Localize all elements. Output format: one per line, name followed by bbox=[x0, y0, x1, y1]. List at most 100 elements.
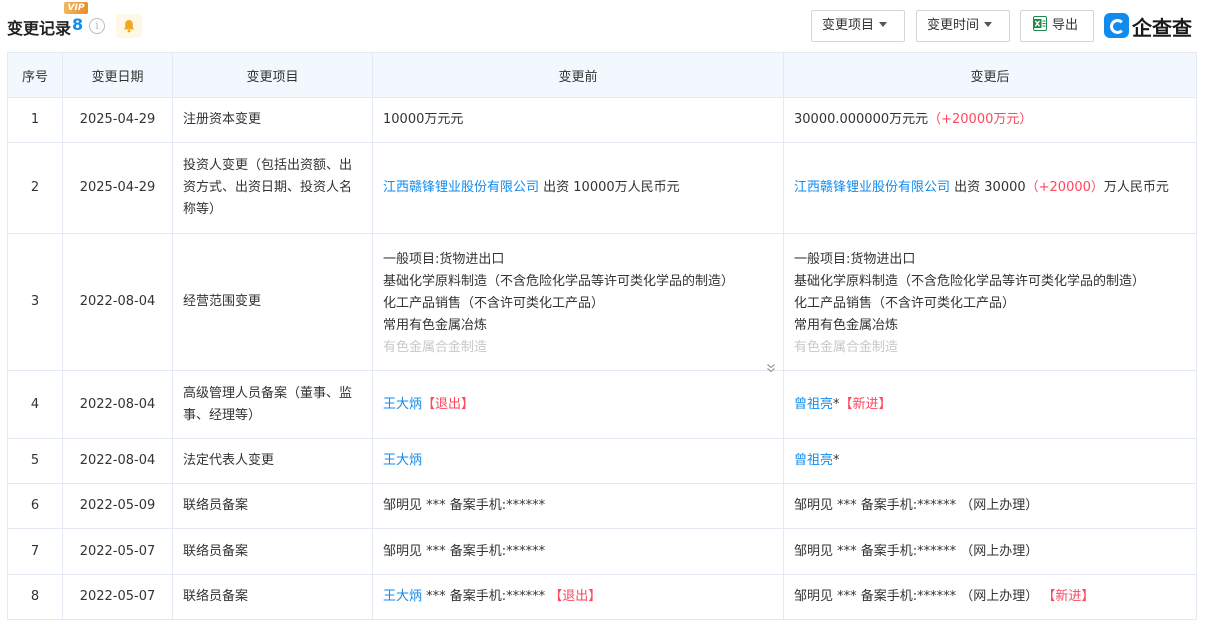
row-item: 投资人变更（包括出资额、出资方式、出资日期、投资人名称等） bbox=[172, 142, 373, 234]
row-after: 邹明见 *** 备案手机:****** （网上办理） bbox=[783, 483, 1197, 529]
caret-down-icon bbox=[984, 22, 993, 27]
scope-line: 基础化学原料制造（不含危险化学品等许可类化学品的制造） bbox=[383, 274, 735, 289]
before-person-link[interactable]: 王大炳 bbox=[383, 397, 422, 412]
column-header-date: 变更日期 bbox=[62, 52, 173, 98]
bell-icon bbox=[123, 20, 135, 33]
after-text: 邹明见 *** 备案手机:****** （网上办理） bbox=[794, 589, 1039, 604]
scope-line: 常用有色金属冶炼 bbox=[383, 318, 488, 333]
row-after: 曾祖亮*【新进】 bbox=[783, 370, 1197, 439]
before-scope-list: 一般项目:货物进出口 基础化学原料制造（不含危险化学品等许可类化学品的制造） 化… bbox=[383, 245, 775, 373]
after-company-link[interactable]: 江西赣锋锂业股份有限公司 bbox=[794, 180, 950, 195]
row-after: 江西赣锋锂业股份有限公司 出资 30000（+20000）万人民币元 bbox=[783, 142, 1197, 234]
row-before: 王大炳 bbox=[372, 438, 784, 484]
row-no: 7 bbox=[7, 528, 63, 575]
row-no: 5 bbox=[7, 438, 63, 484]
row-item: 高级管理人员备案（董事、监事、经理等） bbox=[172, 370, 373, 439]
after-scope-list: 一般项目:货物进出口 基础化学原料制造（不含危险化学品等许可类化学品的制造） 化… bbox=[794, 245, 1186, 359]
scope-line: 化工产品销售（不含许可类化工产品） bbox=[794, 296, 1016, 311]
row-item: 法定代表人变更 bbox=[172, 438, 373, 484]
row-item: 联络员备案 bbox=[172, 528, 373, 575]
row-date: 2025-04-29 bbox=[62, 142, 173, 234]
change-time-filter-label: 变更时间 bbox=[927, 18, 980, 33]
after-text: 30000.000000万元元 bbox=[794, 112, 929, 127]
row-after: 一般项目:货物进出口 基础化学原料制造（不含危险化学品等许可类化学品的制造） 化… bbox=[783, 233, 1197, 371]
after-text-suffix: 万人民币元 bbox=[1103, 180, 1169, 195]
scope-line: 基础化学原料制造（不含危险化学品等许可类化学品的制造） bbox=[794, 274, 1146, 289]
row-date: 2022-08-04 bbox=[62, 370, 173, 439]
export-button[interactable]: 导出 bbox=[1020, 10, 1094, 42]
row-before: 一般项目:货物进出口 基础化学原料制造（不含危险化学品等许可类化学品的制造） 化… bbox=[372, 233, 784, 373]
scope-line-faded: 有色金属合金制造 bbox=[383, 340, 488, 355]
qcc-logo-text: 企查查 bbox=[1132, 16, 1192, 40]
export-label: 导出 bbox=[1052, 18, 1079, 33]
change-time-filter-button[interactable]: 变更时间 bbox=[916, 10, 1010, 42]
masked-star: * bbox=[833, 453, 840, 468]
table-row: 1 2025-04-29 注册资本变更 10000万元元 30000.00000… bbox=[7, 97, 1197, 143]
excel-icon bbox=[1033, 16, 1047, 31]
scope-line: 一般项目:货物进出口 bbox=[794, 252, 916, 267]
table-header-row: 序号 变更日期 变更项目 变更前 变更后 bbox=[7, 52, 1197, 98]
section-title: 变更记录 bbox=[7, 19, 72, 38]
change-item-filter-button[interactable]: 变更项目 bbox=[811, 10, 905, 42]
row-date: 2022-05-09 bbox=[62, 483, 173, 529]
column-header-before: 变更前 bbox=[372, 52, 784, 98]
row-before: 江西赣锋锂业股份有限公司 出资 10000万人民币元 bbox=[372, 142, 784, 234]
after-delta: （+20000万元） bbox=[928, 112, 1033, 127]
row-no: 1 bbox=[7, 97, 63, 143]
after-delta: （+20000） bbox=[1025, 180, 1104, 195]
after-text: 出资 30000 bbox=[950, 180, 1026, 195]
new-tag: 【新进】 bbox=[839, 396, 892, 412]
expand-down-icon[interactable] bbox=[766, 363, 776, 373]
row-before: 王大炳 *** 备案手机:****** 【退出】 bbox=[372, 574, 784, 620]
record-count: 8 bbox=[72, 15, 84, 34]
scope-line: 一般项目:货物进出口 bbox=[383, 252, 505, 267]
row-date: 2022-08-04 bbox=[62, 438, 173, 484]
before-person-link[interactable]: 王大炳 bbox=[383, 453, 422, 468]
row-item: 经营范围变更 bbox=[172, 233, 373, 371]
row-before: 10000万元元 bbox=[372, 97, 784, 143]
table-row: 3 2022-08-04 经营范围变更 一般项目:货物进出口 基础化学原料制造（… bbox=[7, 233, 1197, 373]
before-person-link[interactable]: 王大炳 bbox=[383, 589, 422, 604]
row-date: 2025-04-29 bbox=[62, 97, 173, 143]
scope-line: 常用有色金属冶炼 bbox=[794, 318, 899, 333]
after-person-link[interactable]: 曾祖亮 bbox=[794, 453, 833, 468]
caret-down-icon bbox=[879, 22, 888, 27]
qcc-logo-icon bbox=[1104, 13, 1129, 38]
after-person-link[interactable]: 曾祖亮 bbox=[794, 397, 833, 412]
vip-badge: VIP bbox=[64, 2, 88, 14]
row-before: 王大炳【退出】 bbox=[372, 370, 784, 439]
before-text: 出资 10000万人民币元 bbox=[539, 180, 680, 195]
change-item-filter-label: 变更项目 bbox=[822, 18, 875, 33]
row-no: 3 bbox=[7, 233, 63, 371]
table-row: 8 2022-05-07 联络员备案 王大炳 *** 备案手机:****** 【… bbox=[7, 574, 1197, 620]
table-row: 7 2022-05-07 联络员备案 邹明见 *** 备案手机:****** 邹… bbox=[7, 528, 1197, 575]
column-header-after: 变更后 bbox=[783, 52, 1197, 98]
row-before: 邹明见 *** 备案手机:****** bbox=[372, 483, 784, 529]
table-row: 6 2022-05-09 联络员备案 邹明见 *** 备案手机:****** 邹… bbox=[7, 483, 1197, 529]
before-text: *** 备案手机:****** bbox=[422, 589, 550, 604]
exit-tag: 【退出】 bbox=[422, 396, 475, 412]
row-item: 注册资本变更 bbox=[172, 97, 373, 143]
new-tag: 【新进】 bbox=[1042, 589, 1095, 604]
table-row: 5 2022-08-04 法定代表人变更 王大炳 曾祖亮* bbox=[7, 438, 1197, 484]
before-text: 10000万元元 bbox=[383, 112, 464, 127]
row-before: 邹明见 *** 备案手机:****** bbox=[372, 528, 784, 575]
exit-tag: 【退出】 bbox=[549, 589, 602, 604]
row-no: 6 bbox=[7, 483, 63, 529]
info-icon[interactable]: i bbox=[89, 18, 105, 34]
row-no: 8 bbox=[7, 574, 63, 620]
table-row: 2 2025-04-29 投资人变更（包括出资额、出资方式、出资日期、投资人名称… bbox=[7, 142, 1197, 234]
before-company-link[interactable]: 江西赣锋锂业股份有限公司 bbox=[383, 180, 539, 195]
row-after: 邹明见 *** 备案手机:****** （网上办理） bbox=[783, 528, 1197, 575]
row-after: 邹明见 *** 备案手机:****** （网上办理） 【新进】 bbox=[783, 574, 1197, 620]
bell-button[interactable] bbox=[116, 14, 142, 38]
section-header: 变更记录 8 VIP i 变更项目 变更时间 导出 企查查 bbox=[0, 0, 1205, 52]
scope-line: 化工产品销售（不含许可类化工产品） bbox=[383, 296, 605, 311]
scope-line-faded: 有色金属合金制造 bbox=[794, 340, 899, 355]
column-header-no: 序号 bbox=[7, 52, 63, 98]
row-no: 4 bbox=[7, 370, 63, 439]
table-row: 4 2022-08-04 高级管理人员备案（董事、监事、经理等） 王大炳【退出】… bbox=[7, 370, 1197, 439]
row-date: 2022-05-07 bbox=[62, 528, 173, 575]
row-after: 曾祖亮* bbox=[783, 438, 1197, 484]
row-no: 2 bbox=[7, 142, 63, 234]
